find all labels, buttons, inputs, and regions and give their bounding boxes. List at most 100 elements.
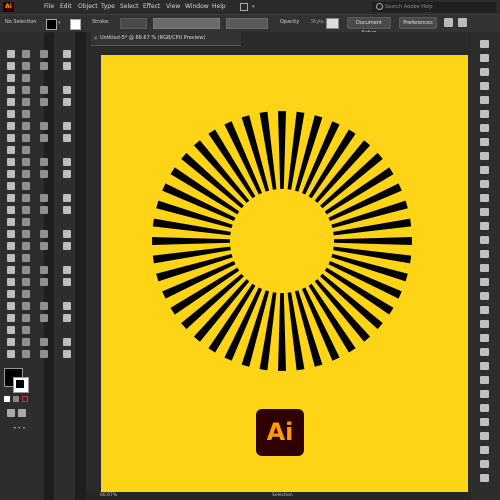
tool-button-icon[interactable] xyxy=(7,110,15,118)
tool-button-icon[interactable] xyxy=(7,218,15,226)
tool-button-icon[interactable] xyxy=(7,230,15,238)
tool-button-icon[interactable] xyxy=(22,218,30,226)
tool-button-icon[interactable] xyxy=(7,338,15,346)
tool-button-icon[interactable] xyxy=(63,266,71,274)
tool-button-icon[interactable] xyxy=(7,98,15,106)
tool-button-icon[interactable] xyxy=(22,206,30,214)
tool-button-icon[interactable] xyxy=(40,266,48,274)
tool-button-icon[interactable] xyxy=(22,302,30,310)
panel-icon[interactable] xyxy=(480,306,489,314)
panel-icon[interactable] xyxy=(480,236,489,244)
arrange-documents-icon[interactable] xyxy=(444,18,453,27)
none-mode-icon[interactable] xyxy=(22,396,28,402)
tool-button-icon[interactable] xyxy=(7,314,15,322)
tool-button-icon[interactable] xyxy=(22,170,30,178)
tool-button-icon[interactable] xyxy=(7,74,15,82)
tool-button-icon[interactable] xyxy=(63,194,71,202)
panel-icon[interactable] xyxy=(480,278,489,286)
tool-button-icon[interactable] xyxy=(22,350,30,358)
tool-button-icon[interactable] xyxy=(22,50,30,58)
panel-icon[interactable] xyxy=(480,166,489,174)
tool-button-icon[interactable] xyxy=(40,242,48,250)
panel-menu-icon[interactable] xyxy=(458,18,467,27)
tool-button-icon[interactable] xyxy=(7,158,15,166)
tool-button-icon[interactable] xyxy=(22,122,30,130)
tool-button-icon[interactable] xyxy=(7,182,15,190)
tool-button-icon[interactable] xyxy=(7,50,15,58)
draw-mode-icon[interactable] xyxy=(7,409,15,417)
tool-button-icon[interactable] xyxy=(7,134,15,142)
tool-button-icon[interactable] xyxy=(7,122,15,130)
color-mode-icon[interactable] xyxy=(4,396,10,402)
menu-window[interactable]: Window xyxy=(185,0,209,14)
variable-width-profile[interactable] xyxy=(153,18,220,29)
panel-icon[interactable] xyxy=(480,348,489,356)
tool-button-icon[interactable] xyxy=(63,278,71,286)
tool-button-icon[interactable] xyxy=(40,170,48,178)
stroke-weight-field[interactable] xyxy=(120,18,147,29)
tool-button-icon[interactable] xyxy=(22,326,30,334)
panel-icon[interactable] xyxy=(480,96,489,104)
tool-button-icon[interactable] xyxy=(63,338,71,346)
tool-button-icon[interactable] xyxy=(63,230,71,238)
tool-button-icon[interactable] xyxy=(7,278,15,286)
tool-button-icon[interactable] xyxy=(63,62,71,70)
tool-button-icon[interactable] xyxy=(22,278,30,286)
tool-button-icon[interactable] xyxy=(22,110,30,118)
close-icon[interactable]: × xyxy=(93,35,98,42)
workspace-icon[interactable] xyxy=(240,3,248,11)
panel-icon[interactable] xyxy=(480,194,489,202)
document-setup-button[interactable]: Document Setup xyxy=(347,17,391,36)
tool-button-icon[interactable] xyxy=(22,254,30,262)
tool-button-icon[interactable] xyxy=(40,206,48,214)
tool-button-icon[interactable] xyxy=(7,146,15,154)
tool-button-icon[interactable] xyxy=(63,242,71,250)
tool-button-icon[interactable] xyxy=(63,206,71,214)
tool-button-icon[interactable] xyxy=(22,146,30,154)
tool-button-icon[interactable] xyxy=(40,302,48,310)
tool-button-icon[interactable] xyxy=(40,158,48,166)
tool-button-icon[interactable] xyxy=(63,302,71,310)
panel-icon[interactable] xyxy=(480,390,489,398)
tool-button-icon[interactable] xyxy=(7,170,15,178)
tool-button-icon[interactable] xyxy=(22,86,30,94)
tool-button-icon[interactable] xyxy=(7,302,15,310)
tool-button-icon[interactable] xyxy=(22,158,30,166)
tool-button-icon[interactable] xyxy=(40,338,48,346)
panel-icon[interactable] xyxy=(480,208,489,216)
tool-button-icon[interactable] xyxy=(7,62,15,70)
tool-button-icon[interactable] xyxy=(22,194,30,202)
tool-button-icon[interactable] xyxy=(40,278,48,286)
panel-icon[interactable] xyxy=(480,362,489,370)
tool-button-icon[interactable] xyxy=(7,254,15,262)
panel-icon[interactable] xyxy=(480,138,489,146)
menu-help[interactable]: Help xyxy=(212,0,226,14)
tool-button-icon[interactable] xyxy=(7,350,15,358)
tool-button-icon[interactable] xyxy=(40,62,48,70)
tool-button-icon[interactable] xyxy=(40,230,48,238)
menu-file[interactable]: File xyxy=(44,0,54,14)
tool-button-icon[interactable] xyxy=(22,230,30,238)
tool-button-icon[interactable] xyxy=(63,158,71,166)
panel-icon[interactable] xyxy=(480,446,489,454)
tool-button-icon[interactable] xyxy=(7,86,15,94)
tool-button-icon[interactable] xyxy=(40,134,48,142)
tool-button-icon[interactable] xyxy=(22,338,30,346)
style-swatch[interactable] xyxy=(326,18,339,29)
preferences-button[interactable]: Preferences xyxy=(399,17,437,29)
panel-icon[interactable] xyxy=(480,110,489,118)
tool-button-icon[interactable] xyxy=(63,134,71,142)
panel-icon[interactable] xyxy=(480,460,489,468)
tool-button-icon[interactable] xyxy=(63,122,71,130)
menu-effect[interactable]: Effect xyxy=(143,0,160,14)
tool-button-icon[interactable] xyxy=(22,74,30,82)
panel-icon[interactable] xyxy=(480,54,489,62)
panel-icon[interactable] xyxy=(480,40,489,48)
tool-button-icon[interactable] xyxy=(7,266,15,274)
panel-icon[interactable] xyxy=(480,404,489,412)
tool-button-icon[interactable] xyxy=(40,122,48,130)
panel-icon[interactable] xyxy=(480,82,489,90)
tool-button-icon[interactable] xyxy=(40,98,48,106)
menu-object[interactable]: Object xyxy=(78,0,98,14)
edit-toolbar-icon[interactable]: ••• xyxy=(13,425,27,432)
